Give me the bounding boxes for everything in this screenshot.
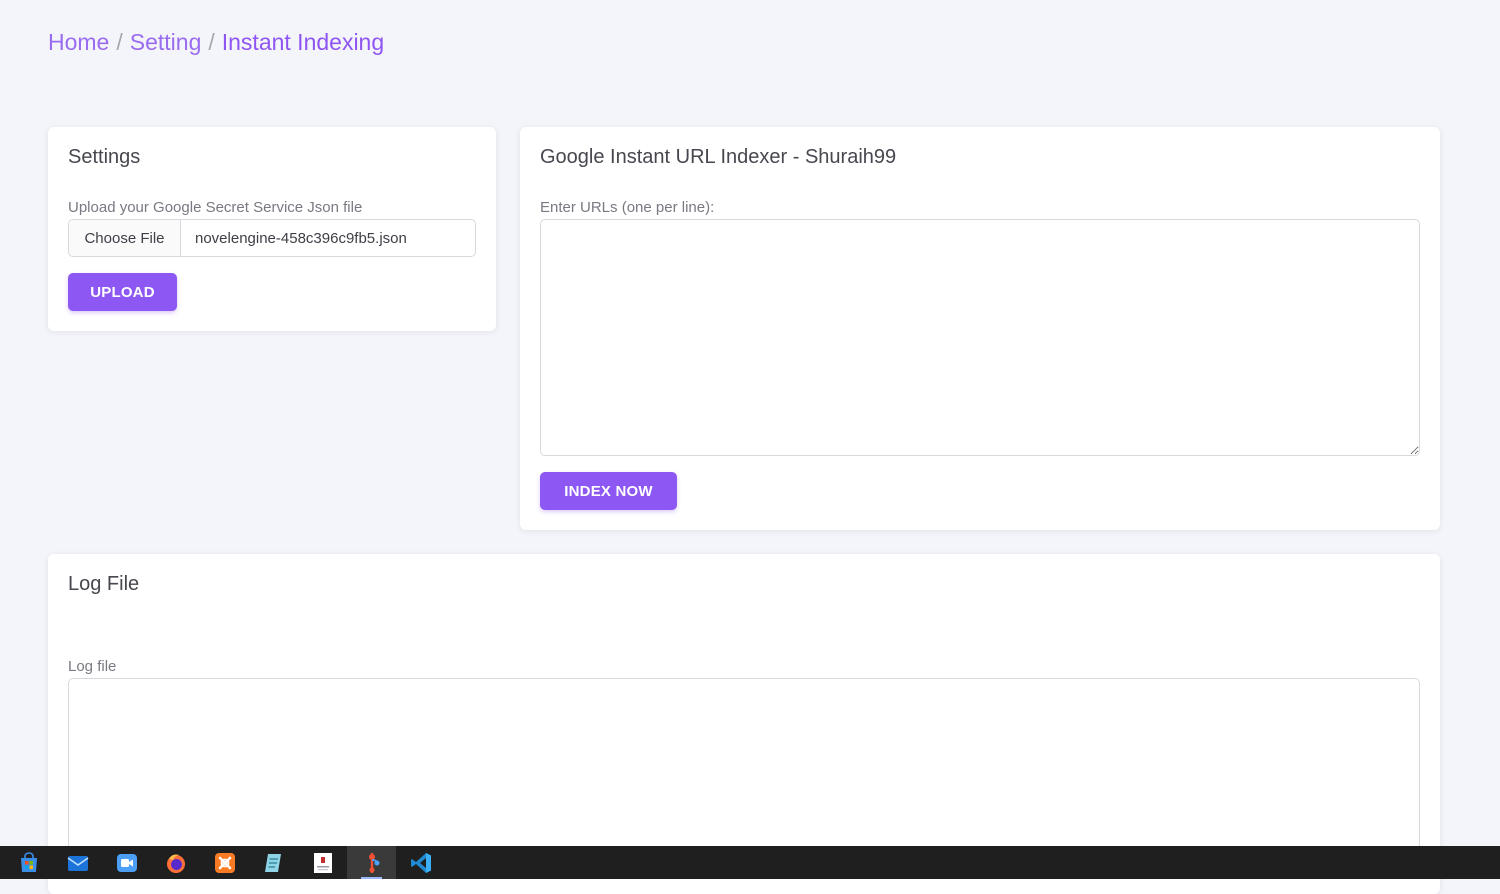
document-app-icon [313,852,332,873]
taskbar-item-vscode[interactable] [396,846,445,879]
urls-label: Enter URLs (one per line): [540,199,715,216]
breadcrumb-separator: / [208,29,215,55]
taskbar-item-notepad[interactable] [249,846,298,879]
taskbar-item-video-call[interactable] [102,846,151,879]
windows-store-icon [20,851,37,872]
breadcrumb: Home / Setting / Instant Indexing [48,29,384,56]
git-tool-icon [368,852,379,873]
url-indexer-card: Google Instant URL Indexer - Shuraih99 E… [520,127,1440,530]
breadcrumb-separator: / [116,29,123,55]
choose-file-button[interactable]: Choose File [69,220,181,256]
json-file-input[interactable]: Choose File novelengine-458c396c9fb5.jso… [68,219,476,257]
selected-file-name: novelengine-458c396c9fb5.json [195,229,407,247]
xampp-icon [214,852,235,873]
breadcrumb-current: Instant Indexing [221,29,385,55]
index-now-button[interactable]: INDEX NOW [540,472,677,510]
upload-button[interactable]: UPLOAD [68,273,177,311]
urls-textarea[interactable] [540,219,1420,456]
settings-card: Settings Upload your Google Secret Servi… [48,127,496,331]
firefox-icon [166,854,185,873]
breadcrumb-setting-link[interactable]: Setting [130,29,202,55]
mail-icon [67,855,88,871]
taskbar-item-document[interactable] [298,846,347,879]
taskbar-item-xampp[interactable] [200,846,249,879]
settings-card-title: Settings [68,146,141,168]
breadcrumb-home-link[interactable]: Home [48,29,109,55]
log-file-card: Log File Log file [48,554,1440,894]
log-file-title: Log File [68,573,140,595]
taskbar-item-firefox[interactable] [151,846,200,879]
upload-json-label: Upload your Google Secret Service Json f… [68,199,363,216]
taskbar [0,846,1500,879]
taskbar-item-mail[interactable] [53,846,102,879]
video-call-icon [116,853,137,872]
vscode-icon [410,852,431,873]
notepad-icon [264,853,281,872]
log-file-label: Log file [68,658,117,675]
url-indexer-title: Google Instant URL Indexer - Shuraih99 [540,146,897,168]
taskbar-item-git-tool[interactable] [347,846,396,879]
taskbar-item-store[interactable] [4,846,53,879]
